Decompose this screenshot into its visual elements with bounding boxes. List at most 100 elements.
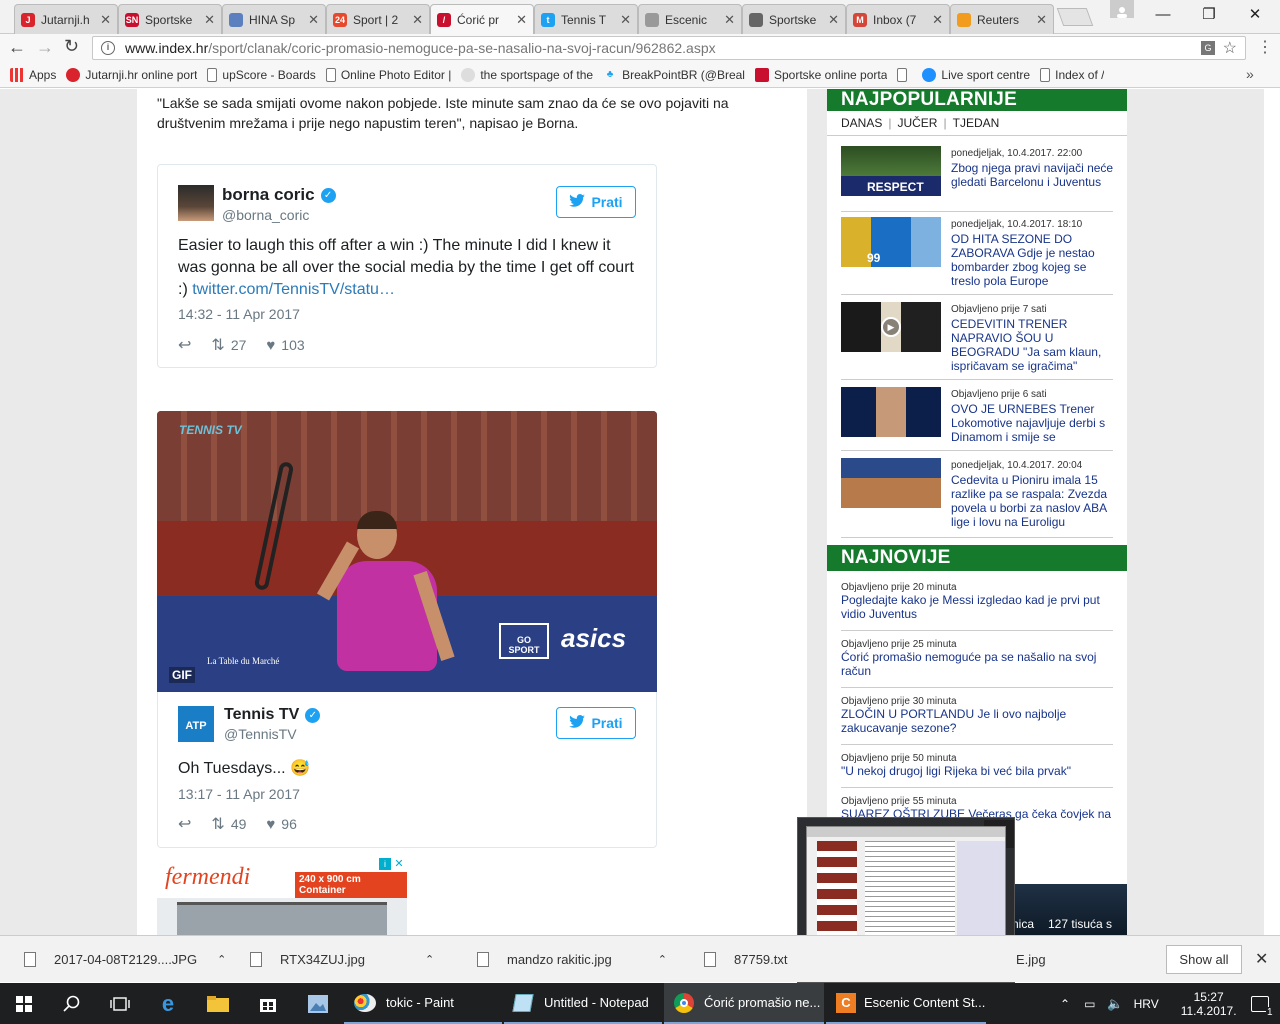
tray-overflow-icon[interactable]: ⌃ — [1060, 997, 1070, 1011]
clock[interactable]: 15:27 11.4.2017. — [1181, 990, 1237, 1018]
tweet-author-name[interactable]: Tennis TV — [224, 706, 299, 724]
retweet-icon[interactable]: ⇅ — [211, 814, 224, 834]
bookmark-item[interactable]: Online Photo Editor | — [325, 67, 451, 82]
download-item[interactable]: RTX34ZUJ.jpg ⌃ — [250, 936, 434, 983]
close-tab-icon[interactable]: ✕ — [516, 12, 527, 28]
bookmark-item[interactable]: Sportske online porta — [754, 67, 887, 82]
notification-icon[interactable]: 1 — [1250, 995, 1274, 1018]
file-explorer-icon[interactable] — [194, 983, 242, 1024]
taskbar-app-chrome[interactable]: Ćorić promašio ne... — [664, 983, 824, 1024]
popular-article[interactable]: 99 ponedjeljak, 10.4.2017. 18:10 OD HITA S… — [841, 217, 1113, 295]
bookmark-item[interactable] — [897, 67, 912, 82]
article-thumbnail[interactable] — [841, 458, 941, 508]
reply-icon[interactable]: ↩ — [178, 335, 191, 355]
ad-close-icon[interactable]: ✕ — [393, 858, 405, 870]
close-tab-icon[interactable]: ✕ — [1036, 12, 1047, 28]
tab-jucer[interactable]: JUČER — [897, 116, 937, 130]
new-tab-button[interactable] — [1056, 8, 1094, 26]
popular-article[interactable]: ▶ Objavljeno prije 7 sati CEDEVITIN TRENER… — [841, 302, 1113, 380]
taskbar-app-paint[interactable]: tokic - Paint — [344, 983, 502, 1024]
bookmark-item[interactable]: Jutarnji.hr online port — [66, 67, 197, 82]
bookmark-item[interactable]: upScore - Boards — [207, 67, 316, 82]
volume-icon[interactable]: 🔈 — [1107, 996, 1123, 1012]
close-tab-icon[interactable]: ✕ — [204, 12, 215, 28]
article-title[interactable]: Cedevita u Pioniru imala 15 razlike pa s… — [951, 473, 1115, 529]
menu-icon[interactable]: ⋮ — [1257, 38, 1273, 58]
follow-button[interactable]: Prati — [556, 186, 636, 218]
info-icon[interactable]: i — [101, 41, 115, 55]
close-tab-icon[interactable]: ✕ — [412, 12, 423, 28]
close-tab-icon[interactable]: ✕ — [100, 12, 111, 28]
chevron-up-icon[interactable]: ⌃ — [217, 953, 226, 966]
article-title[interactable]: CEDEVITIN TRENER NAPRAVIO ŠOU U BEOGRADU… — [951, 317, 1115, 373]
minimize-button[interactable]: — — [1140, 0, 1186, 28]
tab[interactable]: J Jutarnji.h ✕ — [14, 4, 118, 34]
store-icon[interactable] — [244, 983, 292, 1024]
taskbar-app-escenic[interactable]: C Escenic Content St... — [826, 983, 986, 1024]
tab[interactable]: Escenic ✕ — [638, 4, 742, 34]
close-tab-icon[interactable]: ✕ — [620, 12, 631, 28]
avatar[interactable] — [178, 185, 214, 221]
newest-article[interactable]: Objavljeno prije 25 minuta Ćorić promašio… — [841, 639, 1113, 688]
bookmark-item[interactable]: the sportspage of the — [461, 67, 593, 82]
close-tab-icon[interactable]: ✕ — [932, 12, 943, 28]
profile-icon[interactable] — [1110, 0, 1134, 18]
popular-article[interactable]: Objavljeno prije 6 sati OVO JE URNEBES Tr… — [841, 387, 1113, 451]
like-icon[interactable]: ♥ — [266, 337, 275, 354]
tab[interactable]: SN Sportske ✕ — [118, 4, 222, 34]
tweet-timestamp[interactable]: 13:17 - 11 Apr 2017 — [178, 786, 300, 802]
article-title[interactable]: OD HITA SEZONE DO ZABORAVA Gdje je nesta… — [951, 232, 1115, 288]
edge-icon[interactable]: e — [144, 983, 192, 1024]
article-thumbnail[interactable]: 99 — [841, 217, 941, 267]
close-tab-icon[interactable]: ✕ — [724, 12, 735, 28]
download-item[interactable]: 2017-04-08T2129....JPG ⌃ — [24, 936, 226, 983]
start-button[interactable] — [0, 983, 48, 1024]
download-item[interactable]: E.jpg — [1016, 936, 1046, 983]
close-tab-icon[interactable]: ✕ — [828, 12, 839, 28]
tweet-author-handle[interactable]: @borna_coric — [222, 207, 309, 223]
tab[interactable]: M Inbox (7 ✕ — [846, 4, 950, 34]
tab-danas[interactable]: DANAS — [841, 116, 882, 130]
bookmark-item[interactable]: Live sport centre — [922, 67, 1030, 82]
retweet-icon[interactable]: ⇅ — [211, 335, 224, 355]
tweet-link[interactable]: twitter.com/TennisTV/statu… — [192, 281, 395, 298]
tab[interactable]: Sportske ✕ — [742, 4, 846, 34]
avatar[interactable]: ATP — [178, 706, 214, 742]
tweet-timestamp[interactable]: 14:32 - 11 Apr 2017 — [178, 306, 300, 322]
article-title[interactable]: ZLOČIN U PORTLANDU Je li ovo najbolje za… — [841, 707, 1113, 735]
close-tab-icon[interactable]: ✕ — [308, 12, 319, 28]
like-icon[interactable]: ♥ — [266, 816, 275, 833]
search-icon[interactable] — [48, 983, 96, 1024]
show-all-button[interactable]: Show all — [1166, 945, 1242, 974]
bookmark-item[interactable]: Index of / — [1040, 67, 1104, 82]
bookmark-star-icon[interactable]: ☆ — [1223, 38, 1237, 58]
close-downloads-icon[interactable]: ✕ — [1255, 949, 1268, 969]
play-icon[interactable]: ▶ — [881, 317, 901, 337]
newest-article[interactable]: Objavljeno prije 20 minuta Pogledajte kak… — [841, 582, 1113, 631]
download-item[interactable]: 87759.txt — [704, 936, 788, 983]
task-view-icon[interactable] — [96, 983, 144, 1024]
newest-article[interactable]: Objavljeno prije 30 minuta ZLOČIN U PORTL… — [841, 696, 1113, 745]
article-thumbnail[interactable]: RESPECT — [841, 146, 941, 196]
tweet-author-name[interactable]: borna coric — [222, 185, 315, 205]
article-title[interactable]: Pogledajte kako je Messi izgledao kad je… — [841, 593, 1113, 621]
advertisement-banner[interactable]: fermendi 240 x 900 cm Container i ✕ — [157, 858, 407, 935]
article-title[interactable]: OVO JE URNEBES Trener Lokomotive najavlj… — [951, 402, 1115, 444]
article-title[interactable]: "U nekoj drugoj ligi Rijeka bi već bila … — [841, 764, 1113, 778]
article-title[interactable]: Zbog njega pravi navijači neće gledati B… — [951, 161, 1115, 189]
follow-button[interactable]: Prati — [556, 707, 636, 739]
restore-button[interactable]: ❐ — [1186, 0, 1232, 28]
article-thumbnail[interactable] — [841, 387, 941, 437]
chevron-up-icon[interactable]: ⌃ — [425, 953, 434, 966]
popular-article[interactable]: ponedjeljak, 10.4.2017. 20:04 Cedevita u … — [841, 458, 1113, 538]
close-window-button[interactable]: ✕ — [1232, 0, 1278, 28]
newest-article[interactable]: Objavljeno prije 50 minuta "U nekoj drugo… — [841, 753, 1113, 788]
bottom-promo[interactable]: nica 127 tisuća s — [1010, 884, 1127, 935]
ad-info-icon[interactable]: i — [379, 858, 391, 870]
download-item[interactable]: mandzo rakitic.jpg ⌃ — [477, 936, 667, 983]
tweet-author-handle[interactable]: @TennisTV — [224, 726, 297, 742]
language-indicator[interactable]: HRV — [1134, 997, 1159, 1011]
tab[interactable]: / Ćorić pr ✕ — [430, 4, 534, 34]
address-bar[interactable]: i www.index.hr/sport/clanak/coric-promas… — [92, 36, 1246, 60]
tab[interactable]: Reuters ✕ — [950, 4, 1054, 34]
